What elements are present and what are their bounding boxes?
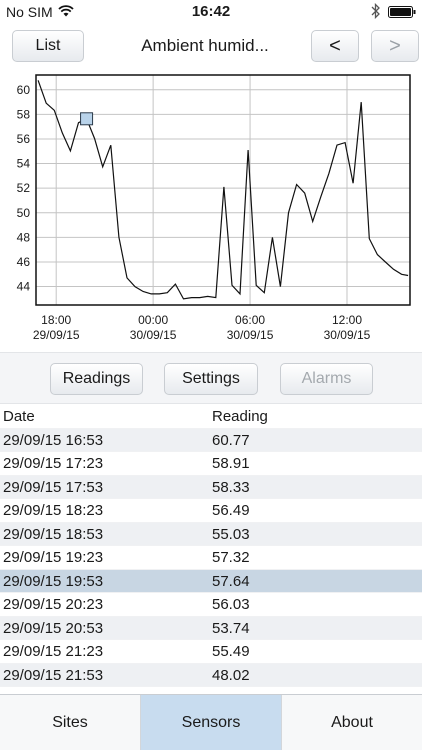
- table-row[interactable]: 29/09/15 19:53 57.64: [0, 569, 422, 593]
- reading-cell: 53.74: [212, 619, 250, 637]
- table-row[interactable]: 29/09/15 18:53 55.03: [0, 522, 422, 546]
- humidity-chart[interactable]: 44 46 48 50 52 54 56 58 60 18:00 29/09/15 00:00 30/0…: [0, 70, 422, 350]
- table-header: Date Reading: [0, 405, 422, 429]
- alarms-button: Alarms: [280, 363, 373, 395]
- bluetooth-icon: [371, 3, 380, 19]
- readings-table: Date Reading 29/09/15 16:53 60.77 29/09/15…: [0, 405, 422, 687]
- status-bar: No SIM 16:42: [0, 0, 422, 24]
- date-cell: 29/09/15 21:53: [3, 666, 104, 684]
- reading-cell: 56.49: [212, 502, 250, 519]
- date-cell: 29/09/15 16:53: [3, 431, 104, 449]
- y-tick-label: 50: [17, 206, 31, 220]
- x-tick-date: 30/09/15: [324, 328, 371, 342]
- table-row[interactable]: 29/09/15 20:53 53.74: [0, 616, 422, 640]
- reading-column-header: Reading: [212, 408, 268, 425]
- y-tick-label: 60: [17, 83, 31, 97]
- tab-sites[interactable]: Sites: [0, 695, 141, 750]
- table-row[interactable]: 29/09/15 20:23 56.03: [0, 593, 422, 617]
- reading-cell: 58.33: [212, 478, 250, 496]
- reading-cell: 60.77: [212, 431, 250, 449]
- y-tick-label: 52: [17, 181, 31, 195]
- bottom-tab-bar: Sites Sensors About: [0, 694, 422, 750]
- plot-area: [36, 75, 410, 305]
- date-cell: 29/09/15 19:53: [3, 572, 104, 590]
- date-cell: 29/09/15 20:53: [3, 619, 104, 637]
- table-row[interactable]: 29/09/15 16:53 60.77: [0, 428, 422, 452]
- previous-button[interactable]: <: [311, 30, 359, 62]
- table-row[interactable]: 29/09/15 21:53 48.02: [0, 663, 422, 687]
- table-row[interactable]: 29/09/15 17:53 58.33: [0, 475, 422, 499]
- list-button[interactable]: List: [12, 30, 84, 62]
- next-button[interactable]: >: [371, 30, 419, 62]
- date-cell: 29/09/15 17:23: [3, 455, 104, 472]
- y-tick-label: 46: [17, 255, 31, 269]
- reading-cell: 57.32: [212, 549, 250, 566]
- page-title: Ambient humid...: [141, 36, 269, 55]
- x-tick-date: 30/09/15: [130, 328, 177, 342]
- reading-cell: 55.49: [212, 643, 250, 660]
- reading-cell: 48.02: [212, 666, 250, 684]
- date-cell: 29/09/15 20:23: [3, 596, 104, 613]
- tab-about[interactable]: About: [282, 695, 422, 750]
- x-tick-time: 18:00: [41, 313, 71, 327]
- battery-icon: [388, 6, 416, 18]
- view-selector: Readings Settings Alarms: [0, 352, 422, 404]
- nav-bar: List Ambient humid... < >: [0, 24, 422, 70]
- y-tick-label: 56: [17, 132, 31, 146]
- table-row[interactable]: 29/09/15 17:23 58.91: [0, 452, 422, 476]
- date-cell: 29/09/15 21:23: [3, 643, 104, 660]
- table-row[interactable]: 29/09/15 18:23 56.49: [0, 499, 422, 523]
- settings-button[interactable]: Settings: [164, 363, 258, 395]
- reading-cell: 57.64: [212, 572, 250, 590]
- reading-cell: 55.03: [212, 525, 250, 543]
- tab-sensors[interactable]: Sensors: [141, 695, 282, 750]
- x-tick-date: 30/09/15: [227, 328, 274, 342]
- reading-cell: 58.91: [212, 455, 250, 472]
- chart-svg[interactable]: 44464850525456586018:0029/09/1500:0030/0…: [0, 70, 422, 350]
- readings-button[interactable]: Readings: [50, 363, 143, 395]
- table-row[interactable]: 29/09/15 21:23 55.49: [0, 640, 422, 664]
- date-cell: 29/09/15 19:23: [3, 549, 104, 566]
- selected-point-marker: [80, 112, 94, 126]
- y-tick-label: 58: [17, 107, 31, 121]
- date-column-header: Date: [3, 408, 35, 425]
- reading-cell: 56.03: [212, 596, 250, 613]
- x-tick-time: 00:00: [138, 313, 168, 327]
- y-tick-label: 44: [17, 280, 31, 294]
- date-cell: 29/09/15 18:23: [3, 502, 104, 519]
- status-time: 16:42: [191, 3, 231, 20]
- x-tick-time: 12:00: [332, 313, 362, 327]
- table-row[interactable]: 29/09/15 19:23 57.32: [0, 546, 422, 570]
- x-tick-time: 06:00: [235, 313, 265, 327]
- y-tick-label: 54: [17, 157, 31, 171]
- date-cell: 29/09/15 17:53: [3, 478, 104, 496]
- date-cell: 29/09/15 18:53: [3, 525, 104, 543]
- y-tick-label: 48: [17, 230, 31, 244]
- x-tick-date: 29/09/15: [33, 328, 80, 342]
